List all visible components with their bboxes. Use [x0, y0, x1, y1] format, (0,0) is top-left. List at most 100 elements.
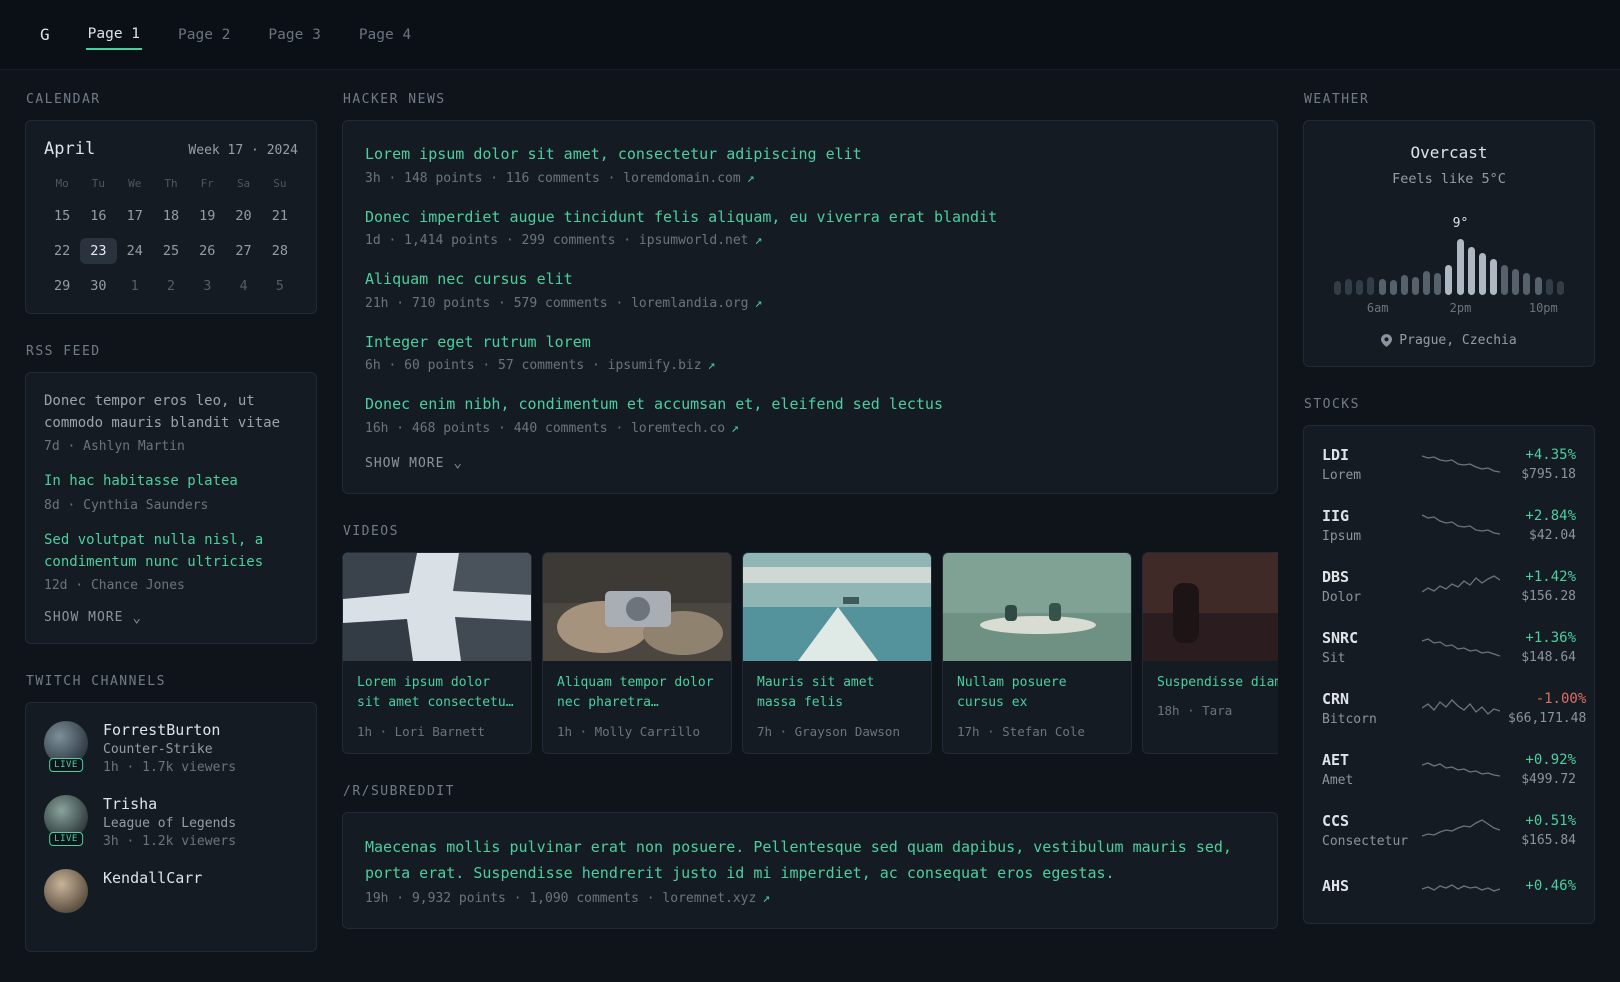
stock-row[interactable]: CCS Consectetur +0.51% $165.84 — [1322, 800, 1576, 861]
video-title[interactable]: Nullam posuere cursus ex — [957, 673, 1117, 715]
hn-item-title[interactable]: Aliquam nec cursus elit — [365, 268, 1255, 291]
stock-symbol: AHS — [1322, 877, 1350, 895]
stock-row[interactable]: DBS Dolor +1.42% $156.28 — [1322, 556, 1576, 617]
rss-item: Sed volutpat nulla nisl, a condimentum n… — [44, 530, 298, 593]
channel-name: ForrestBurton — [103, 721, 221, 740]
stock-row[interactable]: IIG Ipsum +2.84% $42.04 — [1322, 495, 1576, 556]
video-card[interactable]: Nullam posuere cursus ex 17h · Stefan Co… — [942, 551, 1132, 755]
stock-row[interactable]: AHS +0.46% — [1322, 861, 1576, 915]
stock-price: $795.18 — [1521, 467, 1576, 482]
channel-avatar: LIVE — [44, 721, 88, 773]
subreddit-post-title[interactable]: Maecenas mollis pulvinar erat non posuer… — [365, 835, 1255, 886]
hn-item: Donec enim nibh, condimentum et accumsan… — [365, 393, 1255, 436]
external-link-icon[interactable]: ↗ — [708, 358, 716, 373]
hn-item-title[interactable]: Integer eget rutrum lorem — [365, 331, 1255, 354]
stock-sparkline — [1422, 637, 1500, 657]
calendar-day-next-month: 3 — [203, 278, 212, 294]
app-logo[interactable]: G — [40, 25, 50, 44]
weather-hour-bar — [1556, 281, 1564, 295]
tab-page-1[interactable]: Page 1 — [85, 0, 143, 69]
external-link-icon[interactable]: ↗ — [755, 296, 763, 311]
stock-row[interactable]: CRN Bitcorn -1.00% $66,171.48 — [1322, 678, 1586, 739]
stock-sparkline — [1422, 698, 1500, 715]
weather-hour-bar — [1534, 277, 1542, 295]
stock-symbol: LDI — [1322, 446, 1350, 464]
calendar-day: 21 — [271, 208, 288, 224]
calendar-day: 15 — [54, 208, 71, 224]
rss-show-more-button[interactable]: SHOW MORE ⌄ — [44, 610, 298, 625]
channel-meta: 3h · 1.2k viewers — [103, 834, 237, 850]
rss-item-title[interactable]: Donec tempor eros leo, ut commodo mauris… — [44, 391, 298, 434]
video-card[interactable]: Suspendisse diam 18h · Tara — [1142, 551, 1278, 755]
calendar-day: 17 — [126, 208, 143, 224]
weather-hour-bar — [1467, 247, 1475, 295]
video-card[interactable]: Aliquam tempor dolor nec pharetra… 1h · … — [542, 551, 732, 755]
widget-title: WEATHER — [1304, 92, 1370, 107]
stock-price: $499.72 — [1521, 772, 1576, 787]
rss-item-title[interactable]: In hac habitasse platea — [44, 471, 298, 493]
video-thumbnail — [1143, 552, 1278, 661]
video-card[interactable]: Mauris sit amet massa felis 7h · Grayson… — [742, 551, 932, 755]
external-link-icon[interactable]: ↗ — [755, 233, 763, 248]
stock-price: $156.28 — [1521, 589, 1576, 604]
tab-page-3[interactable]: Page 3 — [266, 0, 322, 69]
video-meta: 17h · Stefan Cole — [957, 724, 1085, 740]
stock-price: $66,171.48 — [1508, 711, 1587, 726]
calendar-day: 29 — [54, 278, 71, 294]
hn-item: Aliquam nec cursus elit 21h · 710 points… — [365, 268, 1255, 311]
stock-symbol: CCS — [1322, 812, 1350, 830]
tab-page-2[interactable]: Page 2 — [176, 0, 232, 69]
weather-hour-bar — [1478, 253, 1486, 295]
weekday-label: Th — [164, 177, 178, 190]
widget-title: VIDEOS — [343, 523, 399, 539]
twitch-channel-item[interactable]: LIVE ForrestBurton Counter-Strike 1h · 1… — [44, 721, 298, 775]
stock-row[interactable]: LDI Lorem +4.35% $795.18 — [1322, 434, 1576, 495]
video-thumbnail — [943, 552, 1131, 661]
video-meta: 1h · Lori Barnett — [357, 724, 485, 740]
twitch-channel-item[interactable]: KendallCarr — [44, 869, 298, 914]
video-title[interactable]: Mauris sit amet massa felis — [757, 673, 917, 715]
subreddit-meta-text: 19h · 9,932 points · 1,090 comments · lo… — [365, 891, 757, 907]
time-label: 6am — [1366, 301, 1389, 315]
video-card[interactable]: Lorem ipsum dolor sit amet consectetu… 1… — [342, 551, 532, 755]
weather-hour-bar — [1456, 239, 1464, 295]
stock-change: +1.42% — [1525, 569, 1576, 585]
hn-meta-text: 21h · 710 points · 579 comments · loreml… — [365, 295, 749, 311]
top-navigation-bar: G Page 1 Page 2 Page 3 Page 4 — [0, 0, 1620, 70]
external-link-icon[interactable]: ↗ — [731, 421, 739, 436]
video-title[interactable]: Lorem ipsum dolor sit amet consectetu… — [357, 673, 517, 715]
weather-hour-bar — [1411, 277, 1419, 295]
weekday-label: Tu — [91, 177, 106, 190]
stock-price: $148.64 — [1521, 650, 1576, 665]
weekday-label: Sa — [236, 177, 251, 190]
hn-show-more-button[interactable]: SHOW MORE ⌄ — [365, 456, 1255, 471]
stock-row[interactable]: SNRC Sit +1.36% $148.64 — [1322, 617, 1576, 678]
stock-row[interactable]: AET Amet +0.92% $499.72 — [1322, 739, 1576, 800]
external-link-icon[interactable]: ↗ — [747, 171, 755, 186]
stock-name: Sit — [1322, 651, 1346, 666]
calendar-day-next-month: 4 — [239, 278, 248, 294]
hn-item-title[interactable]: Donec enim nibh, condimentum et accumsan… — [365, 393, 1255, 416]
calendar-day: 30 — [90, 278, 107, 294]
rss-item-meta: 7d · Ashlyn Martin — [44, 439, 185, 455]
stock-name: Bitcorn — [1322, 712, 1377, 727]
weather-hour-bar — [1345, 279, 1353, 295]
stock-change: +0.92% — [1525, 752, 1576, 768]
hn-meta-text: 6h · 60 points · 57 comments · ipsumify.… — [365, 358, 702, 373]
weekday-label: We — [128, 177, 142, 190]
twitch-channel-item[interactable]: LIVE Trisha League of Legends 3h · 1.2k … — [44, 795, 298, 849]
weather-hour-bar — [1400, 275, 1408, 295]
weather-hour-bar — [1445, 265, 1453, 295]
external-link-icon[interactable]: ↗ — [762, 891, 770, 906]
hn-item-title[interactable]: Donec imperdiet augue tincidunt felis al… — [365, 206, 1255, 229]
hn-item-meta: 3h · 148 points · 116 comments · loremdo… — [365, 171, 1255, 186]
hn-item: Lorem ipsum dolor sit amet, consectetur … — [365, 143, 1255, 186]
video-title[interactable]: Aliquam tempor dolor nec pharetra… — [557, 673, 717, 715]
widget-title: CALENDAR — [26, 92, 101, 107]
calendar-day: 20 — [235, 208, 252, 224]
video-title[interactable]: Suspendisse diam — [1157, 673, 1278, 694]
tab-page-4[interactable]: Page 4 — [357, 0, 413, 69]
weather-location: Prague, Czechia — [1324, 333, 1574, 348]
hn-item-title[interactable]: Lorem ipsum dolor sit amet, consectetur … — [365, 143, 1255, 166]
rss-item-title[interactable]: Sed volutpat nulla nisl, a condimentum n… — [44, 530, 298, 573]
